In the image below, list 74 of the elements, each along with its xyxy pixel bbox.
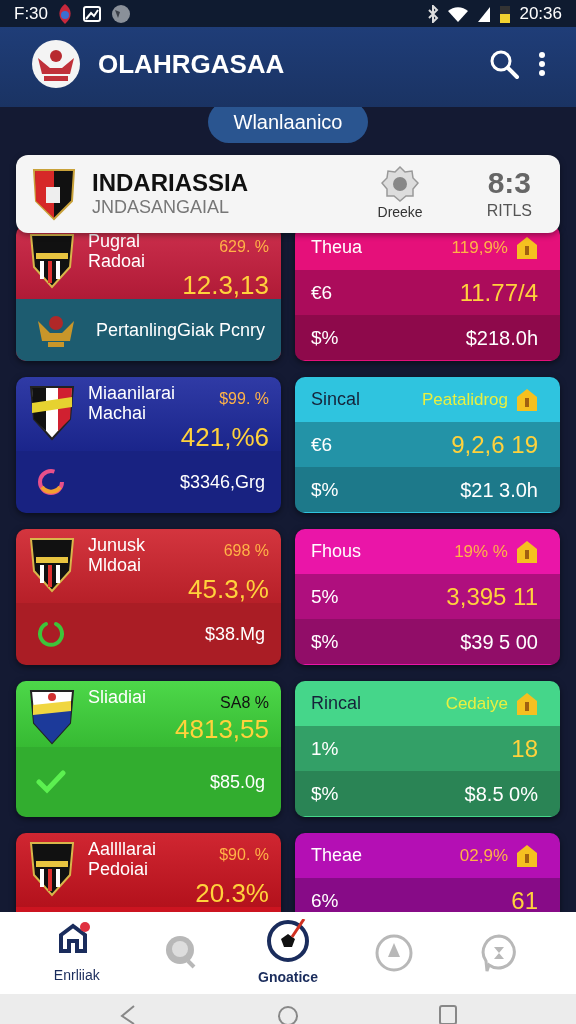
stats-title: Theae: [311, 844, 363, 868]
filter-chip[interactable]: Wlanlaanico: [207, 107, 369, 144]
stats-label: €6: [311, 432, 333, 457]
checkmark-icon: [36, 769, 66, 796]
emblem-logo-icon: [30, 38, 82, 91]
team-subtitle: JNDASANGAIAL: [92, 196, 231, 219]
footer-value: $38.Mg: [204, 623, 265, 646]
stats-percentage: Peatalidrog: [422, 389, 508, 412]
nav-tab[interactable]: Gnoatice: [235, 918, 341, 988]
team-name: Sliadiai: [88, 687, 147, 710]
badge-icon: [381, 166, 420, 202]
stats-label: 5%: [311, 584, 339, 609]
more-menu-icon[interactable]: [536, 50, 548, 79]
stats-value: $21 3.0h: [460, 478, 538, 503]
stats-value: 3,395 11: [446, 582, 538, 612]
team-percentage: SA8 %: [220, 693, 269, 714]
team-name: Miaanilarai Machai: [88, 383, 176, 424]
stats-percentage: 119,9%: [451, 237, 508, 260]
stats-label: 1%: [311, 736, 339, 761]
app-title: OLAHRGASAA: [98, 48, 286, 81]
team-value: 4813,55: [174, 715, 269, 744]
compass-icon: [373, 933, 414, 973]
stats-value: 18: [511, 734, 538, 764]
stats-value: $218.0h: [465, 326, 538, 351]
team-name: Junusk Mldoai: [88, 535, 146, 576]
wifi-icon: [447, 4, 470, 23]
team-name: INDARIASSIA: [92, 170, 249, 197]
footer-value: $3346,Grg: [179, 471, 265, 494]
match-score: 8:3: [486, 166, 532, 199]
stats-title: Fhous: [311, 540, 362, 564]
team-percentage: $99. %: [219, 389, 269, 410]
globe-icon: [110, 3, 133, 24]
score-label: RITLS: [486, 201, 532, 221]
stats-value: 11.77/4: [459, 278, 538, 308]
team-value: 421,%6: [179, 423, 269, 452]
stats-value: 61: [511, 886, 538, 912]
stats-percentage: 19% %: [454, 541, 508, 564]
footer-value: $85.0g: [209, 771, 265, 794]
bluetooth-icon: [427, 4, 440, 23]
team-percentage: 629. %: [219, 237, 269, 258]
stats-value: 9,2,6 19: [451, 430, 538, 460]
image-icon: [82, 3, 103, 24]
team-value: 12.3,13: [181, 271, 269, 300]
team-crest-icon: [32, 167, 76, 222]
stats-label: 6%: [311, 888, 339, 912]
stats-title: Rincal: [311, 692, 362, 716]
stats-label: $%: [311, 781, 339, 806]
stats-value: $39 5 00: [460, 630, 538, 655]
team-name: Aallllarai Pedoiai: [88, 839, 157, 880]
stats-label: $%: [311, 477, 339, 502]
stats-label: $%: [311, 325, 339, 350]
stats-title: Sincal: [311, 388, 361, 412]
team-value: 20.3%: [194, 879, 269, 908]
stats-label: $%: [311, 629, 339, 654]
badge-label: Dreeke: [377, 203, 423, 222]
team-percentage: $90. %: [219, 845, 269, 866]
clock-time: 20:36: [519, 3, 562, 25]
nav-tab[interactable]: Enrliiak: [24, 920, 130, 986]
team-value: 45.3,%: [187, 575, 269, 604]
ring-icon: [36, 467, 66, 498]
search-icon[interactable]: [488, 48, 520, 81]
clock-time: F:30: [14, 3, 49, 25]
stats-percentage: Cedaiye: [445, 693, 508, 716]
stats-label: €6: [311, 280, 333, 305]
footer-label: PertanlingGiak Pcnry: [95, 319, 265, 342]
soccer-ball-icon: [266, 918, 310, 963]
battery-icon: [499, 3, 512, 24]
spinner-icon: [36, 619, 66, 650]
team-percentage: 698 %: [223, 541, 269, 562]
stats-value: $8.5 0%: [464, 782, 538, 807]
stats-percentage: 02,9%: [459, 845, 508, 868]
team-name: Pugral Radoai: [88, 231, 146, 272]
recents-icon[interactable]: [438, 1002, 459, 1024]
stats-title: Theua: [311, 236, 363, 260]
